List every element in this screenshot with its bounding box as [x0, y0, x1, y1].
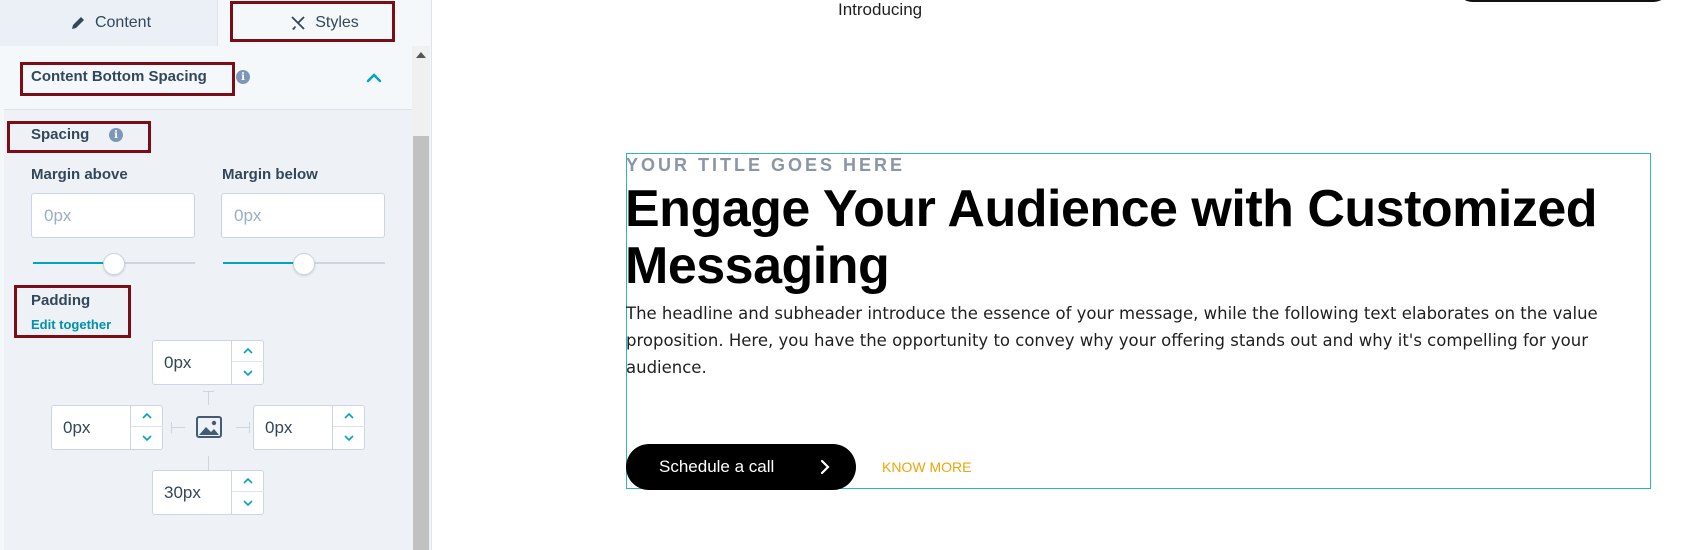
padding-label: Padding: [31, 292, 91, 309]
eyebrow-title: YOUR TITLE GOES HERE: [626, 155, 906, 175]
body-copy: The headline and subheader introduce the…: [626, 304, 1598, 377]
margin-above-slider[interactable]: [33, 253, 195, 275]
pencil-icon: [71, 17, 84, 29]
brush-icon: [291, 16, 305, 30]
margin-below-input[interactable]: [221, 193, 385, 238]
scroll-thumb[interactable]: [413, 136, 429, 550]
increment-button[interactable]: [131, 406, 163, 427]
connector-line: [236, 427, 250, 428]
stepper-buttons: [231, 471, 264, 514]
tab-styles[interactable]: Styles: [217, 0, 432, 46]
tab-styles-label: Styles: [315, 14, 359, 31]
scroll-up-arrow-icon[interactable]: [416, 52, 426, 58]
headline: Engage Your Audience with Customized Mes…: [625, 180, 1598, 295]
blurred-content: [928, 0, 1448, 22]
tab-content[interactable]: Content: [4, 0, 217, 46]
spacing-label: Spacing: [31, 126, 90, 143]
slider-fill: [33, 262, 114, 264]
margin-above-input[interactable]: [31, 193, 195, 238]
decrement-button[interactable]: [232, 362, 264, 383]
sidebar-panel: Content Styles Content Bottom Spacing i …: [0, 0, 432, 550]
connector-line: [249, 422, 250, 433]
chevron-right-icon: [820, 459, 830, 475]
decrement-button[interactable]: [131, 427, 163, 448]
intro-text: Introducing: [838, 0, 923, 19]
chevron-up-icon[interactable]: [364, 68, 384, 88]
padding-bottom-input[interactable]: [153, 471, 231, 514]
padding-left-input[interactable]: [52, 406, 130, 449]
scrollbar[interactable]: [412, 46, 430, 550]
section-title: Content Bottom Spacing: [31, 68, 207, 85]
padding-top-stepper[interactable]: [152, 340, 264, 385]
top-button[interactable]: [1458, 0, 1668, 2]
padding-left-stepper[interactable]: [51, 405, 163, 450]
stepper-buttons: [231, 341, 264, 384]
decrement-button[interactable]: [232, 492, 264, 513]
know-more-link[interactable]: KNOW MORE: [882, 459, 971, 475]
connector-line: [208, 391, 209, 405]
slider-fill: [223, 262, 304, 264]
tab-content-label: Content: [94, 14, 152, 31]
stepper-buttons: [332, 406, 365, 449]
padding-top-input[interactable]: [153, 341, 231, 384]
info-icon[interactable]: i: [109, 128, 123, 142]
connector-line: [208, 456, 209, 470]
padding-right-input[interactable]: [254, 406, 332, 449]
increment-button[interactable]: [232, 341, 264, 362]
margin-above-label: Margin above: [31, 166, 128, 183]
edit-together-link[interactable]: Edit together: [31, 317, 111, 332]
margin-below-slider[interactable]: [223, 253, 385, 275]
section-header[interactable]: Content Bottom Spacing i: [4, 46, 412, 110]
schedule-call-label: Schedule a call: [659, 457, 775, 476]
image-icon: [196, 416, 222, 438]
increment-button[interactable]: [333, 406, 365, 427]
settings-scroll-area: Content Bottom Spacing i Spacing i Margi…: [4, 46, 412, 550]
connector-line: [171, 422, 172, 433]
decrement-button[interactable]: [333, 427, 365, 448]
padding-bottom-stepper[interactable]: [152, 470, 264, 515]
connector-line: [203, 470, 214, 471]
schedule-call-button[interactable]: Schedule a call: [626, 444, 856, 490]
increment-button[interactable]: [232, 471, 264, 492]
padding-right-stepper[interactable]: [253, 405, 365, 450]
connector-line: [171, 427, 185, 428]
margin-below-label: Margin below: [222, 166, 318, 183]
stepper-buttons: [130, 406, 163, 449]
connector-line: [203, 391, 214, 392]
slider-thumb[interactable]: [293, 253, 315, 275]
info-icon[interactable]: i: [236, 70, 250, 84]
tab-bar: Content Styles: [0, 0, 432, 46]
slider-thumb[interactable]: [103, 253, 125, 275]
